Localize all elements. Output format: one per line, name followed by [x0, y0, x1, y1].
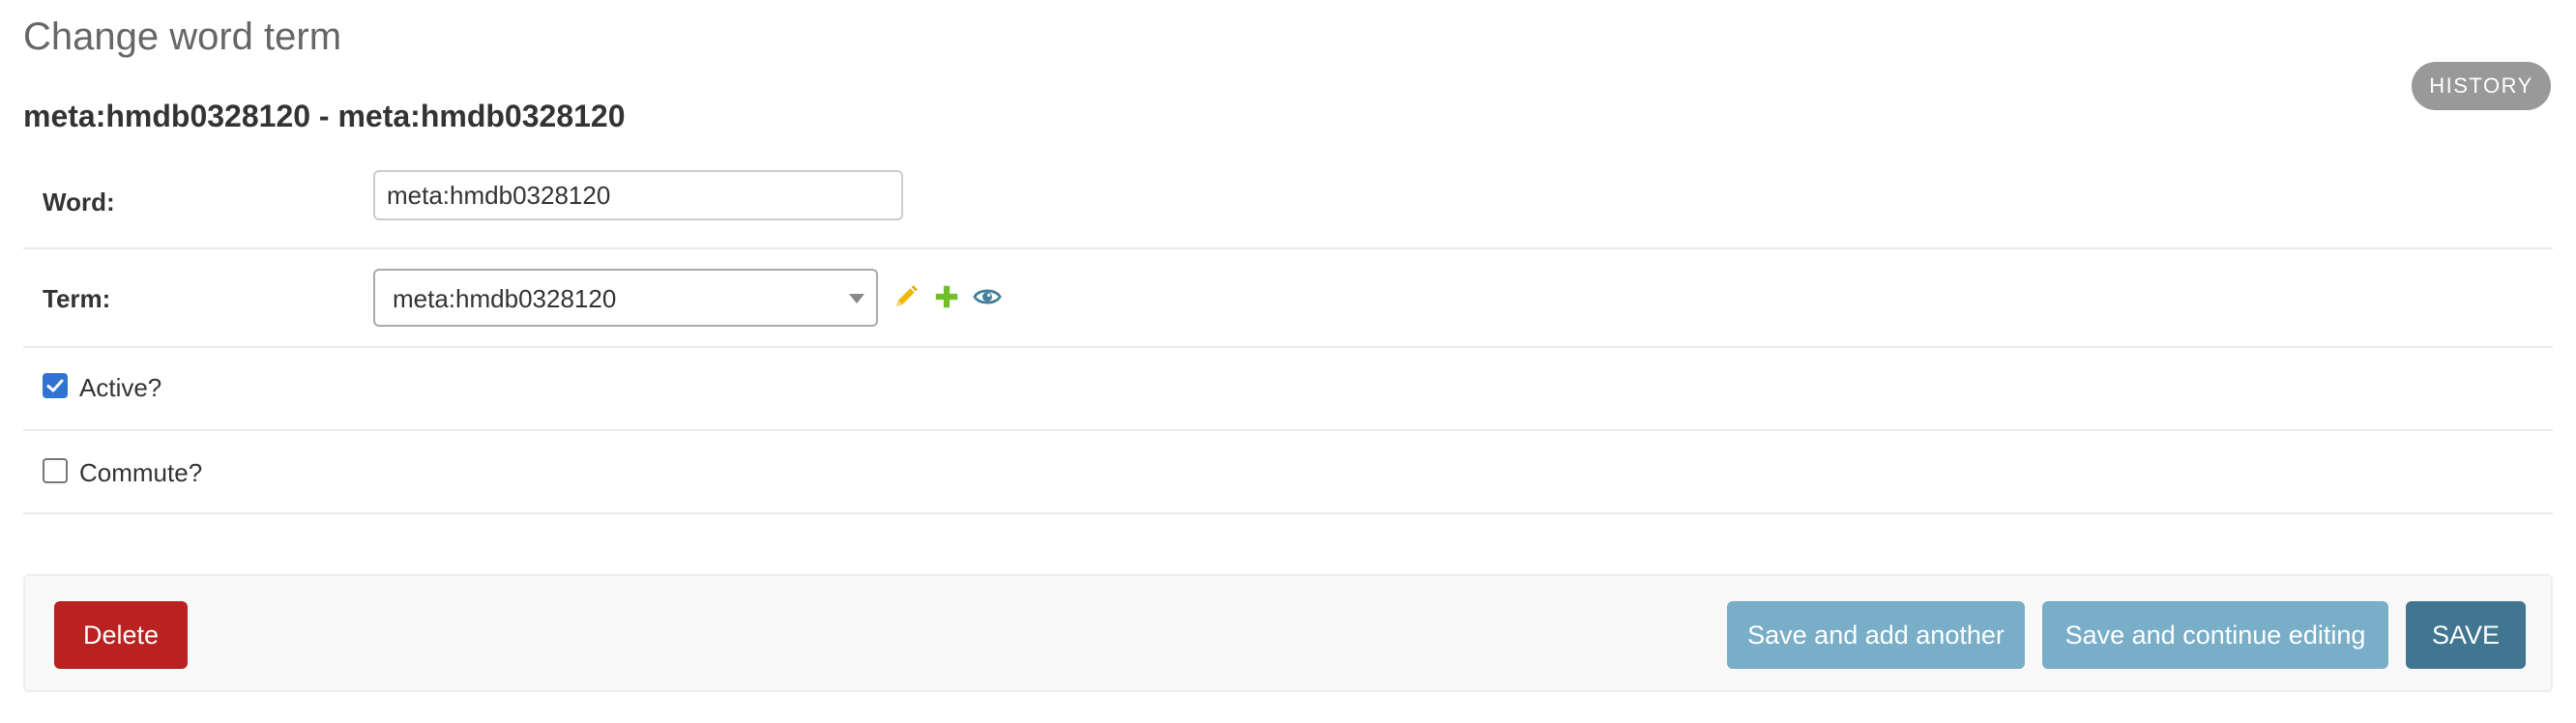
save-and-add-another-button[interactable]: Save and add another: [1727, 601, 2025, 669]
word-input[interactable]: [373, 170, 903, 220]
term-row: Term: meta:hmdb0328120: [23, 249, 2553, 348]
pencil-icon[interactable]: [892, 282, 921, 311]
active-label[interactable]: Active?: [79, 373, 161, 403]
history-button[interactable]: HISTORY: [2412, 62, 2551, 110]
commute-label[interactable]: Commute?: [79, 458, 202, 488]
word-label: Word:: [43, 188, 115, 217]
active-checkbox[interactable]: [43, 373, 68, 398]
plus-icon[interactable]: [932, 282, 961, 311]
chevron-down-icon: [849, 294, 864, 304]
object-title: meta:hmdb0328120 - meta:hmdb0328120: [23, 99, 626, 133]
commute-row: Commute?: [23, 431, 2553, 514]
save-button[interactable]: SAVE: [2406, 601, 2526, 669]
eye-icon[interactable]: [973, 282, 1002, 311]
term-select-value: meta:hmdb0328120: [393, 284, 617, 313]
active-row: Active?: [23, 348, 2553, 431]
term-label: Term:: [43, 284, 111, 313]
save-and-continue-button[interactable]: Save and continue editing: [2042, 601, 2388, 669]
term-select[interactable]: meta:hmdb0328120: [373, 269, 878, 327]
page-title: Change word term: [23, 15, 342, 58]
checkmark-icon: [46, 379, 64, 392]
submit-row: Delete Save and add another Save and con…: [23, 574, 2553, 692]
delete-button[interactable]: Delete: [54, 601, 188, 669]
word-row: Word:: [23, 162, 2553, 249]
commute-checkbox[interactable]: [43, 458, 68, 483]
